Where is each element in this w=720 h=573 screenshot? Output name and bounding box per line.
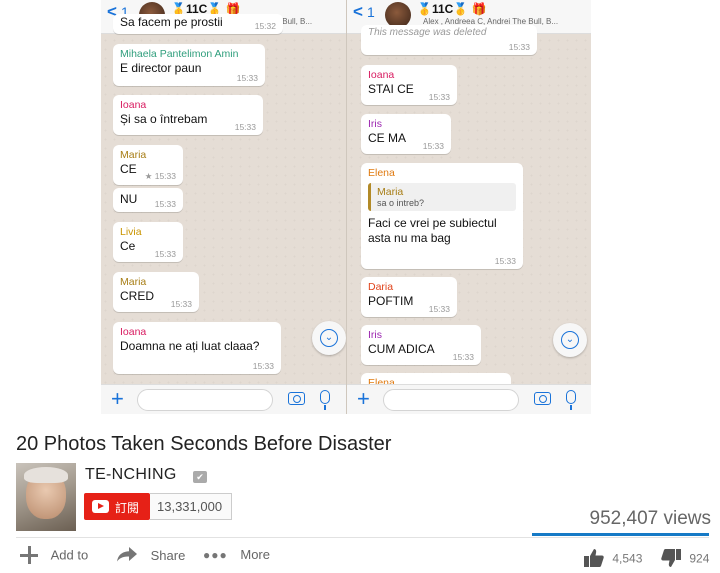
quoted-text: sa o intreb?: [377, 198, 425, 208]
message-text: Faci ce vrei pe subiectul: [368, 216, 497, 230]
microphone-icon[interactable]: [320, 390, 330, 410]
youtube-play-icon: [92, 500, 109, 513]
chat-input-bar: +: [101, 384, 346, 414]
chat-message: Maria CE ★ 15:33: [113, 145, 183, 185]
message-time: 15:33: [508, 42, 530, 52]
dislike-count: 924: [689, 551, 710, 566]
share-label: Share: [150, 548, 186, 563]
message-sender: Ioana: [120, 326, 147, 338]
message-time: 15:33: [428, 92, 450, 102]
like-ratio-bar: [532, 533, 709, 536]
message-text: This message was deleted: [368, 27, 487, 38]
quoted-sender: Maria: [377, 186, 404, 198]
share-button[interactable]: Share: [116, 546, 185, 566]
message-time: 15:33: [422, 141, 444, 151]
chat-message: NU 15:33: [113, 188, 183, 212]
message-time: ★ 15:33: [144, 171, 176, 181]
message-sender: Ioana: [120, 99, 147, 111]
share-arrow-icon: [116, 546, 138, 565]
divider: [16, 537, 709, 538]
subscribe-button[interactable]: 訂閱: [84, 493, 150, 520]
add-to-button[interactable]: Add to: [20, 546, 88, 566]
quoted-message[interactable]: Maria sa o intreb?: [368, 183, 516, 211]
message-time: 15:33: [428, 304, 450, 314]
chat-message: Elena Maria sa o intreb? Faci ce vrei pe…: [361, 163, 523, 269]
view-count: 952,407 views: [589, 508, 711, 529]
chat-message: Mihaela Pantelimon Amin E director paun …: [113, 44, 265, 86]
chat-message: Livia Ce 15:33: [113, 222, 183, 262]
add-to-label: Add to: [50, 547, 89, 563]
thumbs-down-icon: [660, 548, 682, 571]
unread-count: 1: [367, 4, 375, 20]
message-input[interactable]: [383, 389, 519, 411]
camera-icon[interactable]: [288, 392, 305, 405]
chat-message: Sa facem pe prostii 15:32: [113, 14, 283, 34]
back-arrow-icon: <: [353, 2, 363, 21]
channel-name[interactable]: TE-NCHING: [85, 466, 177, 484]
group-name: 🥇11C🥇 🎁: [417, 2, 487, 16]
microphone-icon[interactable]: [566, 390, 576, 410]
chat-input-bar: +: [347, 384, 591, 414]
message-time: 15:32: [254, 21, 276, 31]
message-sender: Daria: [368, 281, 394, 293]
message-time: 15:33: [252, 361, 274, 371]
message-sender: Iris: [368, 329, 382, 341]
message-sender: Iris: [368, 118, 382, 130]
chat-message: This message was deleted 15:33: [361, 25, 537, 55]
scroll-down-button[interactable]: ⌄: [312, 321, 346, 355]
video-page: < 1 🥇11C🥇 🎁 Alex , Andreea C, Andrei The…: [0, 0, 720, 573]
scroll-down-button[interactable]: ⌄: [553, 323, 587, 357]
message-sender: Maria: [120, 149, 147, 161]
thumbs-up-icon: [583, 548, 605, 571]
video-title: 20 Photos Taken Seconds Before Disaster: [16, 433, 392, 455]
message-time: 15:33: [494, 256, 516, 266]
message-time: 15:33: [154, 249, 176, 259]
chat-screenshot-left: < 1 🥇11C🥇 🎁 Alex , Andreea C, Andrei The…: [101, 0, 346, 414]
message-text: Doamna ne ați luat claaa?: [120, 339, 260, 353]
chat-message: Maria CRED 15:33: [113, 272, 199, 312]
chat-message: Iris CE MA 15:33: [361, 114, 451, 154]
message-time: 15:33: [170, 299, 192, 309]
more-dots-icon: ●●●: [203, 547, 228, 562]
message-input[interactable]: [137, 389, 273, 411]
message-sender: Ioana: [368, 69, 395, 81]
like-count: 4,543: [612, 551, 643, 566]
plus-icon[interactable]: +: [357, 387, 370, 411]
camera-icon[interactable]: [534, 392, 551, 405]
video-thumbnail[interactable]: < 1 🥇11C🥇 🎁 Alex , Andreea C, Andrei The…: [101, 0, 591, 414]
chat-screenshot-right: < 1 🥇11C🥇 🎁 Alex , Andreea C, Andrei The…: [346, 0, 591, 414]
chevron-down-icon: ⌄: [561, 331, 579, 349]
chevron-down-icon: ⌄: [320, 329, 338, 347]
message-time: 15:33: [154, 199, 176, 209]
channel-avatar[interactable]: [16, 463, 76, 531]
message-sender: Elena: [368, 167, 395, 179]
subscribe-label: 訂閱: [115, 501, 140, 515]
message-time: 15:33: [236, 73, 258, 83]
message-time: 15:33: [452, 352, 474, 362]
message-sender: Maria: [120, 276, 147, 288]
chat-message: Ioana Și sa o întrebam 15:33: [113, 95, 263, 135]
chat-message: Ioana Doamna ne ați luat claaa? 15:33: [113, 322, 281, 374]
dislike-button[interactable]: 924: [660, 548, 709, 571]
verified-icon: ✔: [193, 471, 207, 483]
plus-icon[interactable]: +: [111, 387, 124, 411]
chat-message: Daria POFTIM 15:33: [361, 277, 457, 317]
message-text: Sa facem pe prostii: [120, 15, 223, 29]
more-button[interactable]: ●●● More: [203, 546, 270, 566]
message-text: asta nu ma bag: [368, 231, 451, 245]
subscriber-count: 13,331,000: [150, 493, 232, 520]
message-sender: Livia: [120, 226, 142, 238]
more-label: More: [240, 547, 270, 563]
message-sender: Mihaela Pantelimon Amin: [120, 48, 239, 60]
plus-icon: [20, 546, 38, 564]
chat-message: Ioana STAI CE 15:33: [361, 65, 457, 105]
avatar-hair: [24, 467, 68, 483]
like-button[interactable]: 4,543: [583, 548, 642, 571]
chat-message: Iris CUM ADICA 15:33: [361, 325, 481, 365]
message-time: 15:33: [234, 122, 256, 132]
